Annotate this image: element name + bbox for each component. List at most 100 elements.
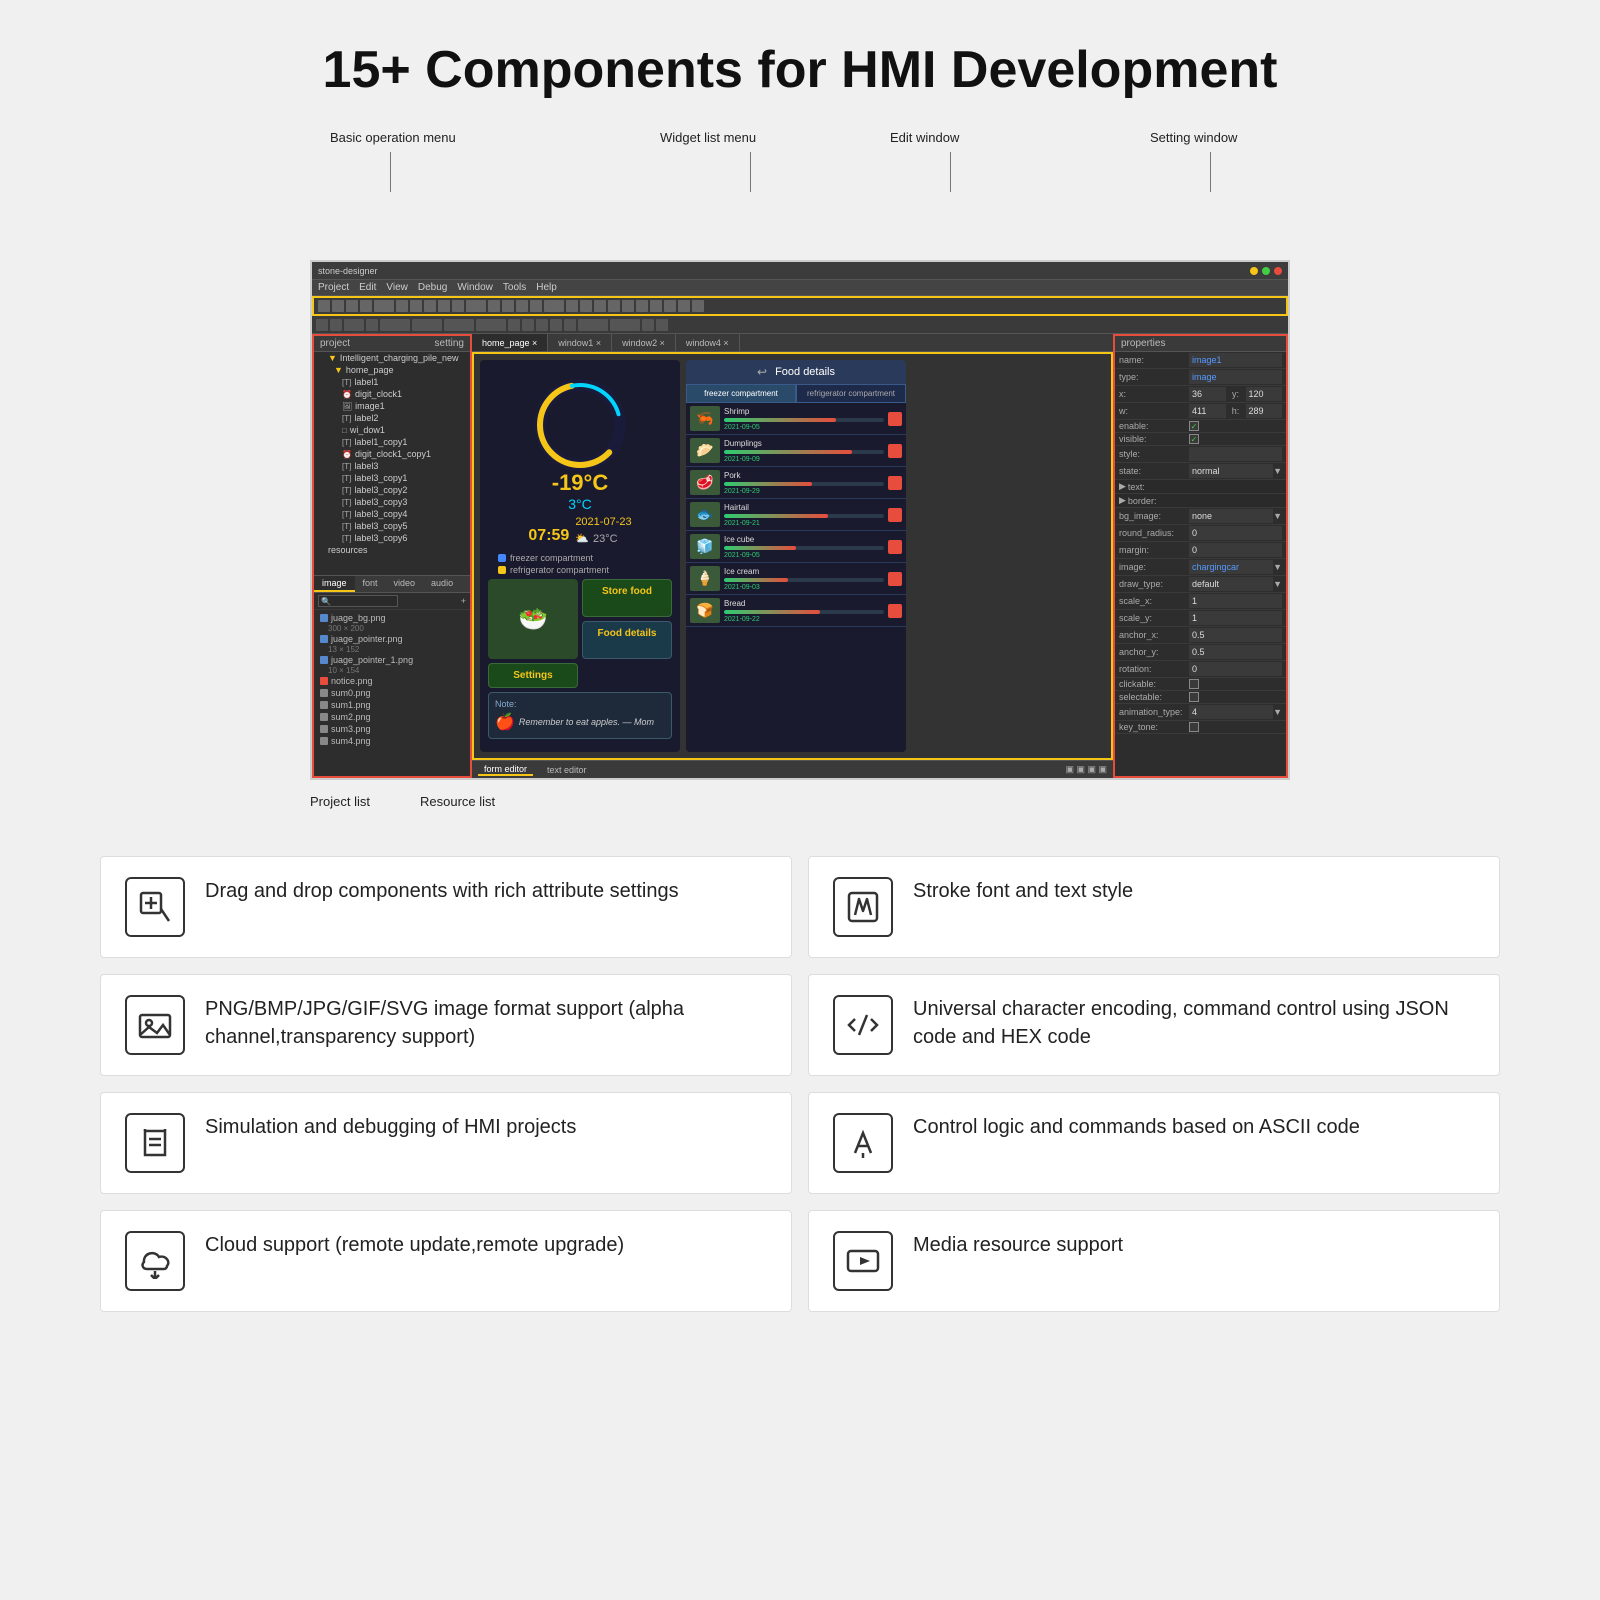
project-item-label3[interactable]: [T]label3: [314, 460, 470, 472]
toolbar-icon[interactable]: [664, 300, 676, 312]
store-food-btn[interactable]: Store food: [582, 579, 672, 617]
prop-anchor-y-value[interactable]: 0.5: [1189, 645, 1282, 659]
minimize-btn[interactable]: [1250, 267, 1258, 275]
prop-state-value[interactable]: normal: [1189, 464, 1273, 478]
resource-item[interactable]: juage_pointer.png: [316, 633, 468, 645]
resource-tab-image[interactable]: image: [314, 576, 355, 592]
toolbar-icon2[interactable]: [412, 319, 442, 331]
project-item-image1[interactable]: 🖼image1: [314, 400, 470, 412]
prop-selectable-checkbox[interactable]: [1189, 692, 1199, 702]
tab-window4[interactable]: window4 ×: [676, 334, 740, 351]
tab-home[interactable]: home_page ×: [472, 334, 548, 351]
resource-item[interactable]: notice.png: [316, 675, 468, 687]
menu-tools[interactable]: Tools: [503, 282, 526, 293]
toolbar-icon[interactable]: [332, 300, 344, 312]
project-item-label3c2[interactable]: [T]label3_copy2: [314, 484, 470, 496]
prop-margin-value[interactable]: 0: [1189, 543, 1282, 557]
toolbar-icon2[interactable]: [610, 319, 640, 331]
project-item-home[interactable]: ▼ home_page: [314, 364, 470, 376]
project-item-clockcopy[interactable]: ⏰digit_clock1_copy1: [314, 448, 470, 460]
project-item-clock[interactable]: ⏰digit_clock1: [314, 388, 470, 400]
toolbar-icon[interactable]: [566, 300, 578, 312]
toolbar-icon[interactable]: [580, 300, 592, 312]
toolbar-icon[interactable]: [650, 300, 662, 312]
state-dropdown-icon[interactable]: ▼: [1273, 466, 1282, 476]
prop-bg-image-value[interactable]: none: [1189, 509, 1273, 523]
food-delete-bread[interactable]: [888, 604, 902, 618]
toolbar-icon[interactable]: [530, 300, 542, 312]
bg-image-dropdown-icon[interactable]: ▼: [1273, 511, 1282, 521]
prop-scale-y-value[interactable]: 1: [1189, 611, 1282, 625]
toolbar-icon2[interactable]: [508, 319, 520, 331]
image-dropdown-icon[interactable]: ▼: [1273, 562, 1282, 572]
project-item-label1copy[interactable]: [T]label1_copy1: [314, 436, 470, 448]
food-delete-icecube[interactable]: [888, 540, 902, 554]
toolbar-icon2[interactable]: [550, 319, 562, 331]
animation-dropdown-icon[interactable]: ▼: [1273, 707, 1282, 717]
settings-btn[interactable]: Settings: [488, 663, 578, 688]
resource-search[interactable]: [318, 595, 398, 607]
toolbar-icon[interactable]: [502, 300, 514, 312]
toolbar-icon2[interactable]: [564, 319, 576, 331]
menu-view[interactable]: View: [386, 282, 408, 293]
toolbar-icon[interactable]: [396, 300, 408, 312]
toolbar-icon[interactable]: [346, 300, 358, 312]
menu-help[interactable]: Help: [536, 282, 557, 293]
toolbar-icon[interactable]: [678, 300, 690, 312]
project-item-label3c5[interactable]: [T]label3_copy5: [314, 520, 470, 532]
toolbar-icon2[interactable]: [578, 319, 608, 331]
toolbar-icon2[interactable]: [536, 319, 548, 331]
tab-window1[interactable]: window1 ×: [548, 334, 612, 351]
food-details-btn[interactable]: Food details: [582, 621, 672, 659]
toolbar-icon[interactable]: [516, 300, 528, 312]
prop-w-value[interactable]: 411: [1189, 404, 1226, 418]
toolbar-icon[interactable]: [608, 300, 620, 312]
close-btn[interactable]: [1274, 267, 1282, 275]
toolbar-icon2[interactable]: [444, 319, 474, 331]
food-delete-shrimp[interactable]: [888, 412, 902, 426]
project-item-label3c6[interactable]: [T]label3_copy6: [314, 532, 470, 544]
prop-clickable-checkbox[interactable]: [1189, 679, 1199, 689]
resource-tab-audio[interactable]: audio: [423, 576, 461, 592]
toolbar-icon[interactable]: [374, 300, 394, 312]
prop-image-value[interactable]: chargingcar: [1189, 560, 1273, 574]
prop-draw-type-value[interactable]: default: [1189, 577, 1273, 591]
toolbar-icon2[interactable]: [380, 319, 410, 331]
project-item-label1[interactable]: [T]label1: [314, 376, 470, 388]
toolbar-icon[interactable]: [410, 300, 422, 312]
toolbar-icon2[interactable]: [316, 319, 328, 331]
toolbar-icon[interactable]: [318, 300, 330, 312]
bottom-tab-form[interactable]: form editor: [478, 764, 533, 776]
draw-type-dropdown-icon[interactable]: ▼: [1273, 579, 1282, 589]
project-item-label3c3[interactable]: [T]label3_copy3: [314, 496, 470, 508]
project-item-resources[interactable]: resources: [314, 544, 470, 556]
toolbar-icon2[interactable]: [330, 319, 342, 331]
toolbar-icon[interactable]: [594, 300, 606, 312]
prop-enable-checkbox[interactable]: ✓: [1189, 421, 1199, 431]
prop-rotation-value[interactable]: 0: [1189, 662, 1282, 676]
toolbar-icon[interactable]: [488, 300, 500, 312]
food-delete-pork[interactable]: [888, 476, 902, 490]
toolbar-icon2[interactable]: [522, 319, 534, 331]
resource-item[interactable]: sum3.png: [316, 723, 468, 735]
menu-debug[interactable]: Debug: [418, 282, 447, 293]
resource-item[interactable]: sum0.png: [316, 687, 468, 699]
food-image-btn[interactable]: 🥗: [488, 579, 578, 659]
prop-x-value[interactable]: 36: [1189, 387, 1226, 401]
food-delete-hairtail[interactable]: [888, 508, 902, 522]
toolbar-icon2[interactable]: [344, 319, 364, 331]
prop-round-radius-value[interactable]: 0: [1189, 526, 1282, 540]
add-resource-btn[interactable]: +: [461, 596, 466, 606]
resource-item[interactable]: sum4.png: [316, 735, 468, 747]
menu-window[interactable]: Window: [457, 282, 493, 293]
prop-animation-type-value[interactable]: 4: [1189, 705, 1273, 719]
food-delete-icecream[interactable]: [888, 572, 902, 586]
tab-window2[interactable]: window2 ×: [612, 334, 676, 351]
resource-item[interactable]: juage_bg.png: [316, 612, 468, 624]
maximize-btn[interactable]: [1262, 267, 1270, 275]
toolbar-icon[interactable]: [424, 300, 436, 312]
toolbar-icon2[interactable]: [656, 319, 668, 331]
prop-visible-checkbox[interactable]: ✓: [1189, 434, 1199, 444]
resource-tab-video[interactable]: video: [386, 576, 424, 592]
resource-item[interactable]: juage_pointer_1.png: [316, 654, 468, 666]
